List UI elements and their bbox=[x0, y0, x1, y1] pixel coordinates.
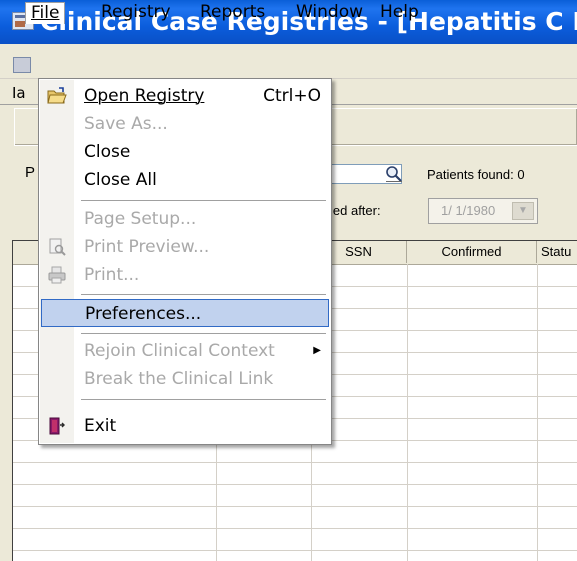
menu-item-label: Preferences... bbox=[85, 304, 202, 324]
menu-item-label: Print... bbox=[84, 265, 140, 285]
menu-separator bbox=[81, 333, 326, 334]
menu-item-print-preview[interactable]: Print Preview... bbox=[39, 233, 331, 261]
menu-item-open-registry[interactable]: Open Registry Ctrl+O bbox=[39, 82, 331, 110]
menu-item-print[interactable]: Print... bbox=[39, 261, 331, 289]
title-bar[interactable]: Clinical Case Registries - [Hepatitis C … bbox=[0, 0, 577, 44]
mdi-child-icon[interactable] bbox=[13, 57, 31, 73]
exit-door-icon bbox=[47, 416, 67, 436]
menu-file-label: File bbox=[31, 3, 60, 23]
menu-item-save-as[interactable]: Save As... bbox=[39, 110, 331, 138]
tab-label[interactable]: Ia bbox=[12, 84, 26, 102]
printer-icon bbox=[47, 265, 67, 285]
menu-item-page-setup[interactable]: Page Setup... bbox=[39, 205, 331, 233]
menu-item-label: Exit bbox=[84, 416, 117, 436]
grid-row-line bbox=[13, 484, 577, 485]
menu-item-label: Print Preview... bbox=[84, 237, 210, 257]
column-header-status[interactable]: Statu bbox=[537, 241, 577, 263]
search-label: P bbox=[25, 164, 36, 181]
menu-item-label: Rejoin Clinical Context bbox=[84, 341, 275, 361]
file-dropdown-menu: Open Registry Ctrl+O Save As... Close Cl… bbox=[38, 78, 332, 445]
menu-item-close-all[interactable]: Close All bbox=[39, 166, 331, 194]
menu-separator bbox=[81, 399, 326, 400]
menu-item-label: Break the Clinical Link bbox=[84, 369, 274, 389]
menu-separator bbox=[81, 294, 326, 295]
menu-item-close[interactable]: Close bbox=[39, 138, 331, 166]
open-folder-icon bbox=[47, 86, 67, 106]
menu-bar bbox=[0, 53, 577, 79]
menu-window[interactable]: Window bbox=[291, 2, 368, 23]
menu-item-rejoin-clinical-context[interactable]: Rejoin Clinical Context ▶ bbox=[39, 337, 331, 365]
patients-found-count: Patients found: 0 bbox=[427, 167, 525, 182]
menu-item-label: Close bbox=[84, 142, 131, 162]
grid-row-line bbox=[13, 528, 577, 529]
grid-row-line bbox=[13, 462, 577, 463]
menu-item-break-clinical-link[interactable]: Break the Clinical Link bbox=[39, 365, 331, 393]
menu-reports[interactable]: Reports bbox=[195, 2, 270, 23]
shortcut-label: Ctrl+O bbox=[263, 86, 321, 106]
menu-registry[interactable]: Registry bbox=[96, 2, 176, 23]
menu-item-exit[interactable]: Exit bbox=[39, 412, 331, 440]
search-icon[interactable] bbox=[384, 165, 404, 183]
menu-item-label: Page Setup... bbox=[84, 209, 197, 229]
menu-item-label: Close All bbox=[84, 170, 157, 190]
print-preview-icon bbox=[47, 237, 67, 257]
menu-item-preferences[interactable]: Preferences... bbox=[41, 299, 329, 327]
grid-row-line bbox=[13, 506, 577, 507]
menu-separator bbox=[81, 200, 326, 201]
chevron-down-icon[interactable]: ▼ bbox=[512, 202, 534, 220]
submenu-arrow-icon: ▶ bbox=[313, 345, 321, 356]
grid-row-line bbox=[13, 550, 577, 551]
menu-help[interactable]: Help bbox=[375, 2, 424, 23]
menu-item-label: Open Registry bbox=[84, 86, 205, 106]
menu-item-label: Save As... bbox=[84, 114, 168, 134]
column-header-confirmed[interactable]: Confirmed bbox=[407, 241, 537, 263]
menu-file[interactable]: File bbox=[25, 2, 66, 24]
